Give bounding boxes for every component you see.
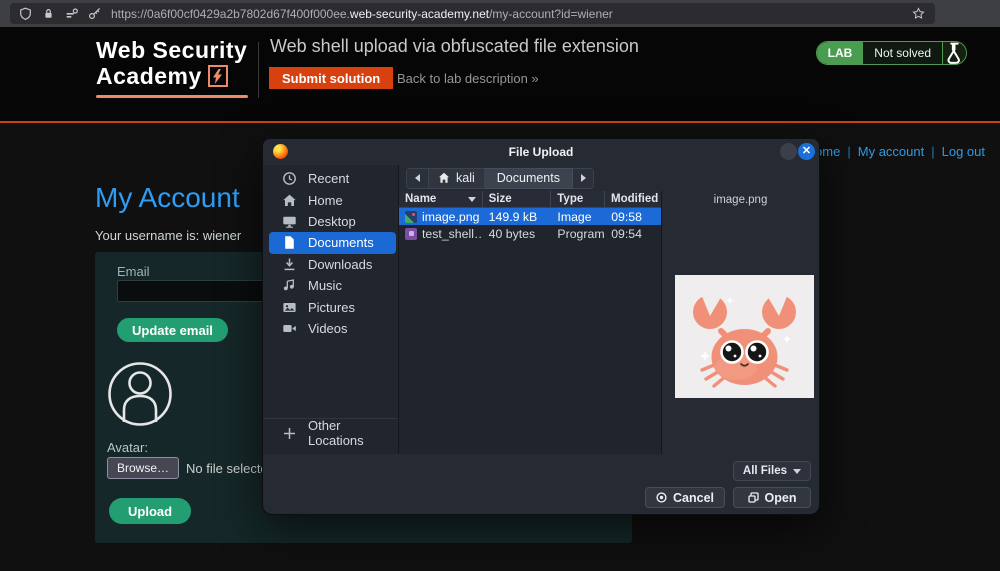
browse-button[interactable]: Browse… xyxy=(107,457,179,479)
upload-button[interactable]: Upload xyxy=(109,498,191,524)
url-scheme: https:// xyxy=(111,7,147,21)
file-upload-dialog: File Upload ✕ Recent Home Desktop xyxy=(262,138,820,515)
logo-line1: Web Security xyxy=(96,38,256,63)
open-button[interactable]: Open xyxy=(733,487,811,508)
crab-image-preview xyxy=(675,275,814,398)
lightning-bolt-icon xyxy=(208,65,228,87)
column-header-type[interactable]: Type xyxy=(551,191,605,208)
preview-pane: image.png xyxy=(662,191,819,454)
picture-icon xyxy=(282,300,297,315)
lock-icon[interactable] xyxy=(42,7,56,21)
dropdown-arrow-icon xyxy=(793,469,801,474)
sidebar-item-downloads[interactable]: Downloads xyxy=(269,254,396,275)
url-text[interactable]: https://0a6f00cf0429a2b7802d67f400f000ee… xyxy=(111,7,613,21)
path-back-button[interactable] xyxy=(406,168,429,189)
account-nav: Home|My account|Log out xyxy=(806,144,985,159)
path-home-button[interactable]: kali xyxy=(429,168,485,189)
email-label: Email xyxy=(117,264,150,279)
video-camera-icon xyxy=(282,321,297,336)
nav-separator: | xyxy=(931,144,934,159)
avatar-placeholder-icon xyxy=(107,360,173,430)
column-header-name[interactable]: Name xyxy=(399,191,483,208)
path-forward-button[interactable] xyxy=(573,168,594,189)
header-divider xyxy=(258,42,259,98)
nav-my-account-link[interactable]: My account xyxy=(858,144,924,159)
dialog-bottom-bar: All Files Cancel Open xyxy=(263,454,819,514)
cancel-icon xyxy=(656,492,667,503)
url-domain: web-security-academy.net xyxy=(350,7,489,21)
file-row-test-shell[interactable]: test_shell… 40 bytes Program 09:54 xyxy=(399,225,661,242)
document-icon xyxy=(282,235,297,250)
lab-title: Web shell upload via obfuscated file ext… xyxy=(270,36,639,57)
file-filter-dropdown[interactable]: All Files xyxy=(733,461,811,481)
back-to-lab-link[interactable]: Back to lab description » xyxy=(397,71,539,86)
places-sidebar: Recent Home Desktop Documents Downloads xyxy=(263,165,399,454)
file-list-header: Name Size Type Modified xyxy=(399,191,661,208)
sidebar-item-music[interactable]: Music xyxy=(269,275,396,296)
program-file-icon xyxy=(405,228,417,240)
sidebar-item-videos[interactable]: Videos xyxy=(269,318,396,339)
page-title: My Account xyxy=(95,182,240,214)
lab-badge-label: LAB xyxy=(817,42,864,64)
cancel-button[interactable]: Cancel xyxy=(645,487,725,508)
file-row-image-png[interactable]: image.png 149.9 kB Image 09:58 xyxy=(399,208,661,225)
lab-badge-status: Not solved xyxy=(863,42,942,64)
dialog-title: File Upload xyxy=(509,145,574,159)
chevron-right-icon xyxy=(581,174,586,182)
sidebar-item-documents[interactable]: Documents xyxy=(269,232,396,253)
firefox-icon xyxy=(273,144,288,159)
site-header: Web Security Academy Web shell upload vi… xyxy=(0,27,1000,121)
update-email-button[interactable]: Update email xyxy=(117,318,228,342)
file-list: Name Size Type Modified image.png 149.9 … xyxy=(399,191,662,454)
minimize-button[interactable] xyxy=(780,143,797,160)
chevron-left-icon xyxy=(415,174,420,182)
nav-log-out-link[interactable]: Log out xyxy=(942,144,985,159)
avatar-file-picker: Browse… No file selected. xyxy=(107,457,279,479)
clock-icon xyxy=(282,171,297,186)
nav-separator: | xyxy=(847,144,850,159)
url-bar[interactable]: https://0a6f00cf0429a2b7802d67f400f000ee… xyxy=(10,3,935,24)
permissions-icon[interactable] xyxy=(65,7,79,21)
sort-descending-icon xyxy=(468,197,476,202)
image-file-icon xyxy=(405,211,417,223)
header-accent-rule xyxy=(0,121,1000,123)
sidebar-item-home[interactable]: Home xyxy=(269,189,396,210)
open-icon xyxy=(748,492,759,503)
close-button[interactable]: ✕ xyxy=(798,143,815,160)
preview-filename: image.png xyxy=(662,194,819,206)
column-header-modified[interactable]: Modified xyxy=(605,191,661,208)
home-icon xyxy=(438,172,450,184)
column-header-size[interactable]: Size xyxy=(483,191,552,208)
music-note-icon xyxy=(282,278,297,293)
username-text: Your username is: wiener xyxy=(95,228,241,243)
sidebar-item-pictures[interactable]: Pictures xyxy=(269,296,396,317)
logo-underline xyxy=(96,95,248,98)
screen: https://0a6f00cf0429a2b7802d67f400f000ee… xyxy=(0,0,1000,571)
sidebar-item-other-locations[interactable]: Other Locations xyxy=(269,423,396,444)
avatar-label: Avatar: xyxy=(107,440,148,455)
logo-line2: Academy xyxy=(96,63,202,89)
browser-toolbar: https://0a6f00cf0429a2b7802d67f400f000ee… xyxy=(0,0,1000,27)
url-subdomain: 0a6f00cf0429a2b7802d67f400f000ee. xyxy=(147,7,350,21)
desktop-icon xyxy=(282,214,297,229)
path-documents-button[interactable]: Documents xyxy=(485,168,573,189)
shield-icon[interactable] xyxy=(19,7,33,21)
lab-status-badge: LAB Not solved xyxy=(816,41,967,65)
plus-icon xyxy=(282,426,297,441)
bookmark-star-icon[interactable] xyxy=(912,7,926,21)
home-icon xyxy=(282,193,297,208)
submit-solution-button[interactable]: Submit solution xyxy=(269,67,393,89)
flask-icon xyxy=(942,42,966,64)
url-path: /my-account?id=wiener xyxy=(489,7,613,21)
sidebar-item-desktop[interactable]: Desktop xyxy=(269,211,396,232)
sidebar-item-recent[interactable]: Recent xyxy=(269,168,396,189)
key-icon[interactable] xyxy=(88,7,102,21)
path-bar: kali Documents xyxy=(399,165,819,191)
dialog-titlebar[interactable]: File Upload ✕ xyxy=(263,139,819,165)
websecurity-academy-logo[interactable]: Web Security Academy xyxy=(96,38,256,89)
download-icon xyxy=(282,257,297,272)
